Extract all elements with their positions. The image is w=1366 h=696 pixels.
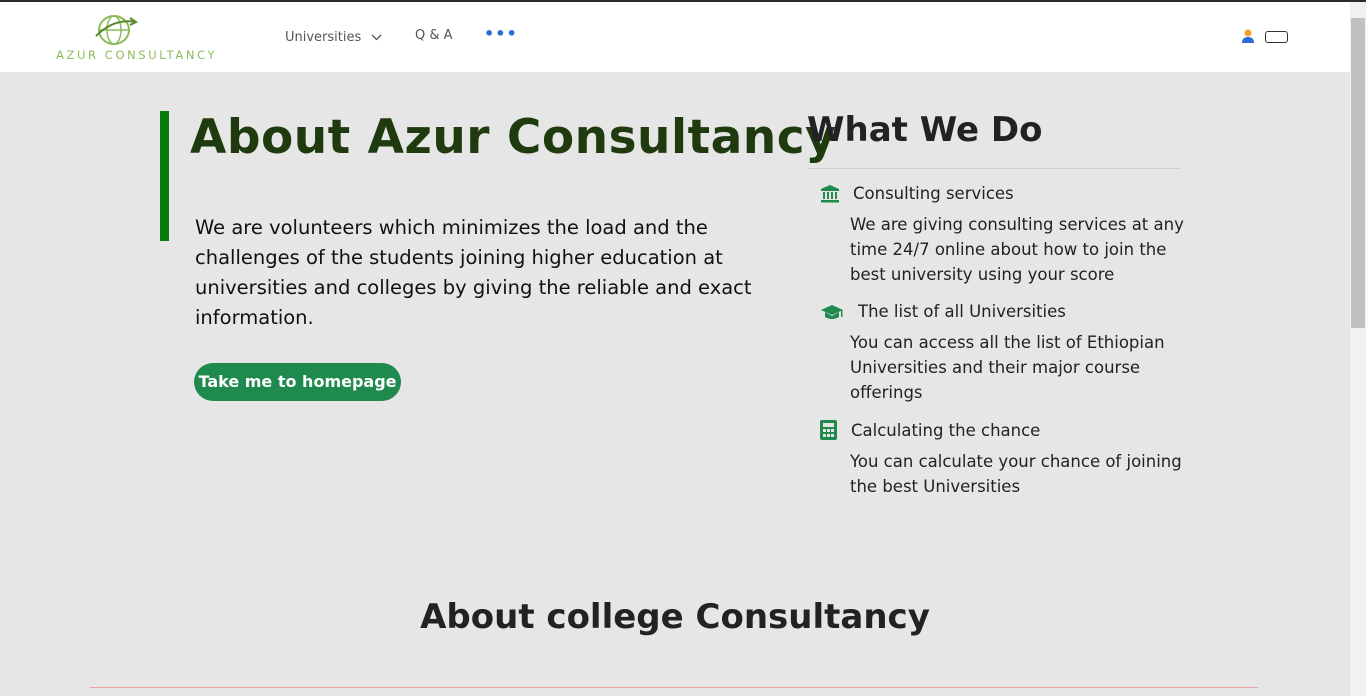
navbar: AZUR CONSULTANCY Universities Q & A ••• — [0, 2, 1350, 72]
service-title: The list of all Universities — [858, 302, 1066, 321]
logo[interactable]: AZUR CONSULTANCY — [56, 14, 236, 64]
calculator-icon — [820, 420, 837, 440]
nav-universities-dropdown[interactable]: Universities — [285, 30, 382, 45]
accent-bar — [160, 111, 169, 241]
chevron-down-icon — [371, 34, 382, 41]
scrollbar-thumb[interactable] — [1351, 18, 1365, 328]
about-title: About Azur Consultancy — [190, 110, 837, 165]
what-we-do-title: What We Do — [807, 110, 1043, 150]
service-title: Calculating the chance — [851, 421, 1041, 440]
logo-text: AZUR CONSULTANCY — [56, 48, 218, 62]
nav-more-button[interactable]: ••• — [484, 24, 518, 43]
service-title: Consulting services — [853, 184, 1014, 203]
globe-logo-icon — [95, 15, 138, 45]
about-paragraph: We are volunteers which minimizes the lo… — [195, 216, 752, 329]
nav-qa-link[interactable]: Q & A — [415, 28, 453, 43]
section-divider — [90, 687, 1258, 688]
menu-toggle-button[interactable] — [1265, 31, 1288, 43]
graduation-cap-icon — [821, 305, 843, 319]
service-desc: You can calculate your chance of joining… — [850, 452, 1182, 496]
service-desc: We are giving consulting services at any… — [850, 215, 1184, 284]
take-me-home-button[interactable]: Take me to homepage — [194, 363, 401, 401]
nav-universities-label: Universities — [285, 30, 362, 45]
bank-icon — [821, 185, 839, 203]
user-icon[interactable] — [1240, 28, 1256, 44]
divider — [807, 168, 1181, 169]
college-section-title: About college Consultancy — [420, 597, 930, 637]
service-desc: You can access all the list of Ethiopian… — [850, 333, 1165, 402]
